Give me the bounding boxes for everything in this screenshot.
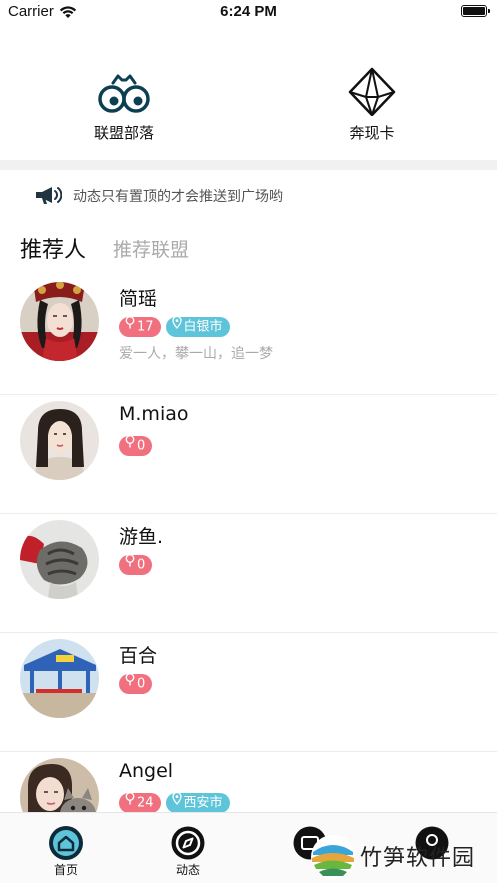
status-bar: Carrier 6:24 PM	[0, 0, 497, 26]
user-name: 简瑶	[119, 288, 158, 310]
user-badges: 17 白银市	[119, 315, 235, 337]
likes-badge: 24	[119, 792, 161, 812]
section-divider	[0, 160, 497, 170]
user-badges: 0	[119, 554, 157, 575]
compass-icon	[170, 825, 206, 865]
likes-badge: 0	[119, 554, 153, 575]
user-name: Angel	[119, 760, 174, 782]
balloon-icon	[125, 554, 135, 574]
likes-badge: 0	[119, 435, 153, 456]
avatar[interactable]	[20, 401, 99, 480]
list-item[interactable]: 百合 0	[0, 633, 497, 752]
balloon-icon	[125, 435, 135, 455]
user-badges: 0	[119, 435, 157, 456]
tribe-alliance-label: 联盟部落	[93, 124, 154, 142]
tab-recommended-people[interactable]: 推荐人	[20, 232, 86, 264]
list-item[interactable]: 简瑶 17 白银市 爱一人，攀一山，追一梦	[0, 276, 497, 395]
likes-count: 0	[137, 676, 146, 692]
user-badges: 24 西安市	[119, 791, 235, 812]
clock: 6:24 PM	[220, 3, 277, 20]
tab-home[interactable]: 首页	[4, 813, 128, 884]
user-name: 百合	[119, 645, 158, 667]
city-badge: 白银市	[165, 315, 230, 337]
likes-count: 0	[137, 557, 146, 573]
avatar[interactable]	[20, 282, 99, 361]
balloon-icon	[125, 316, 135, 336]
list-item[interactable]: Angel 24 西安市	[0, 752, 497, 812]
likes-count: 0	[137, 438, 146, 454]
city-badge: 西安市	[165, 791, 230, 812]
city-name: 白银市	[183, 319, 223, 335]
user-badges: 0	[119, 673, 157, 694]
tab-switcher: 推荐人 推荐联盟	[0, 232, 497, 268]
avatar[interactable]	[20, 758, 99, 812]
diamond-icon	[344, 66, 400, 117]
user-name: 游鱼.	[119, 526, 164, 548]
likes-badge: 0	[119, 673, 153, 694]
tribe-alliance-button[interactable]: 联盟部落	[0, 60, 248, 160]
notice-banner: 动态只有置顶的才会推送到广场哟	[0, 180, 497, 210]
user-signature: 爱一人，攀一山，追一梦	[119, 346, 273, 362]
battery-icon	[461, 5, 490, 17]
list-item[interactable]: 游鱼. 0	[0, 514, 497, 633]
tab-home-label: 首页	[53, 863, 78, 877]
megaphone-icon	[34, 184, 63, 210]
balloon-icon	[125, 673, 135, 693]
likes-badge: 17	[119, 316, 161, 337]
avatar[interactable]	[20, 639, 99, 718]
user-list: 简瑶 17 白银市 爱一人，攀一山，追一梦 M.miao 0 游鱼. 0 百合 …	[0, 276, 497, 812]
meetup-card-label: 奔现卡	[349, 124, 395, 142]
likes-count: 24	[137, 795, 154, 811]
quick-actions: 联盟部落 奔现卡	[0, 60, 497, 160]
balloon-icon	[125, 792, 135, 812]
tab-recommended-alliances[interactable]: 推荐联盟	[113, 235, 189, 262]
city-name: 西安市	[183, 795, 223, 811]
location-pin-icon	[171, 791, 182, 812]
tab-moments-label: 动态	[175, 863, 200, 877]
avatar[interactable]	[20, 520, 99, 599]
notice-text: 动态只有置顶的才会推送到广场哟	[73, 189, 283, 205]
list-item[interactable]: M.miao 0	[0, 395, 497, 514]
likes-count: 17	[137, 319, 154, 335]
watermark-text: 竹笋软件园	[360, 846, 476, 871]
location-pin-icon	[171, 315, 182, 336]
watermark-logo	[310, 834, 356, 884]
meetup-card-button[interactable]: 奔现卡	[248, 60, 496, 160]
tab-moments[interactable]: 动态	[126, 813, 250, 884]
binoculars-icon	[96, 66, 152, 116]
watermark: 竹笋软件园	[308, 832, 497, 883]
user-name: M.miao	[119, 403, 189, 425]
home-icon	[48, 825, 84, 865]
